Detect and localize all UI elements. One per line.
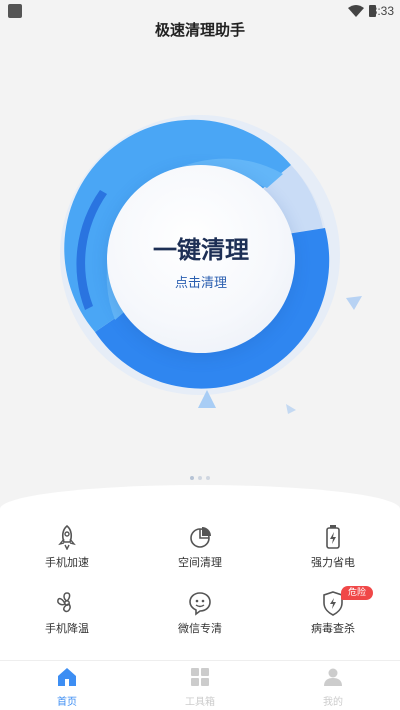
- user-icon: [324, 668, 342, 686]
- page-dot: [206, 476, 210, 480]
- decor-triangle-right: [346, 296, 362, 310]
- grid-icon: [191, 668, 209, 686]
- battery-saver-icon: [326, 525, 340, 549]
- tool-power-saving[interactable]: 强力省电: [273, 524, 393, 584]
- tool-label: 手机加速: [45, 556, 89, 569]
- tool-label: 病毒查杀: [311, 622, 355, 635]
- tab-toolbox[interactable]: 工具箱: [160, 665, 240, 709]
- tool-phone-cooling[interactable]: 手机降温: [7, 590, 127, 650]
- home-icon: [58, 668, 76, 686]
- status-time: 3:33: [370, 4, 394, 18]
- decor-triangle-small: [286, 404, 296, 414]
- decor-triangle-bottom: [198, 390, 216, 408]
- page-title: 极速清理助手: [154, 21, 245, 39]
- app-icon: [8, 4, 22, 18]
- tab-label: 我的: [323, 697, 343, 708]
- hero-section: 一键清理 点击清理: [0, 100, 400, 440]
- rocket-icon: [58, 524, 76, 550]
- chat-bubble-icon: [189, 592, 211, 616]
- pie-chart-icon: [190, 527, 211, 548]
- tool-label: 空间清理: [178, 556, 222, 569]
- tab-mine[interactable]: 我的: [293, 665, 373, 709]
- danger-badge: 危险: [341, 586, 373, 600]
- tool-phone-speedup[interactable]: 手机加速: [7, 524, 127, 584]
- tool-space-clean[interactable]: 空间清理: [140, 524, 260, 584]
- tab-label: 工具箱: [185, 697, 215, 708]
- tool-label: 强力省电: [311, 556, 355, 569]
- tool-wechat-clean[interactable]: 微信专清: [140, 590, 260, 650]
- page-dot: [190, 476, 194, 480]
- tool-label: 手机降温: [45, 622, 89, 635]
- bottom-tab-bar: 首页 工具箱 我的: [0, 660, 400, 710]
- tool-virus-scan[interactable]: 病毒查杀: [273, 590, 393, 650]
- one-click-clean-label[interactable]: 一键清理: [107, 230, 295, 265]
- page-indicator: [186, 476, 214, 482]
- fan-icon: [57, 592, 71, 613]
- tap-to-clean-label[interactable]: 点击清理: [107, 272, 295, 291]
- page-dot: [198, 476, 202, 480]
- tab-home[interactable]: 首页: [27, 665, 107, 709]
- tab-label: 首页: [57, 697, 77, 708]
- tool-label: 微信专清: [178, 622, 222, 635]
